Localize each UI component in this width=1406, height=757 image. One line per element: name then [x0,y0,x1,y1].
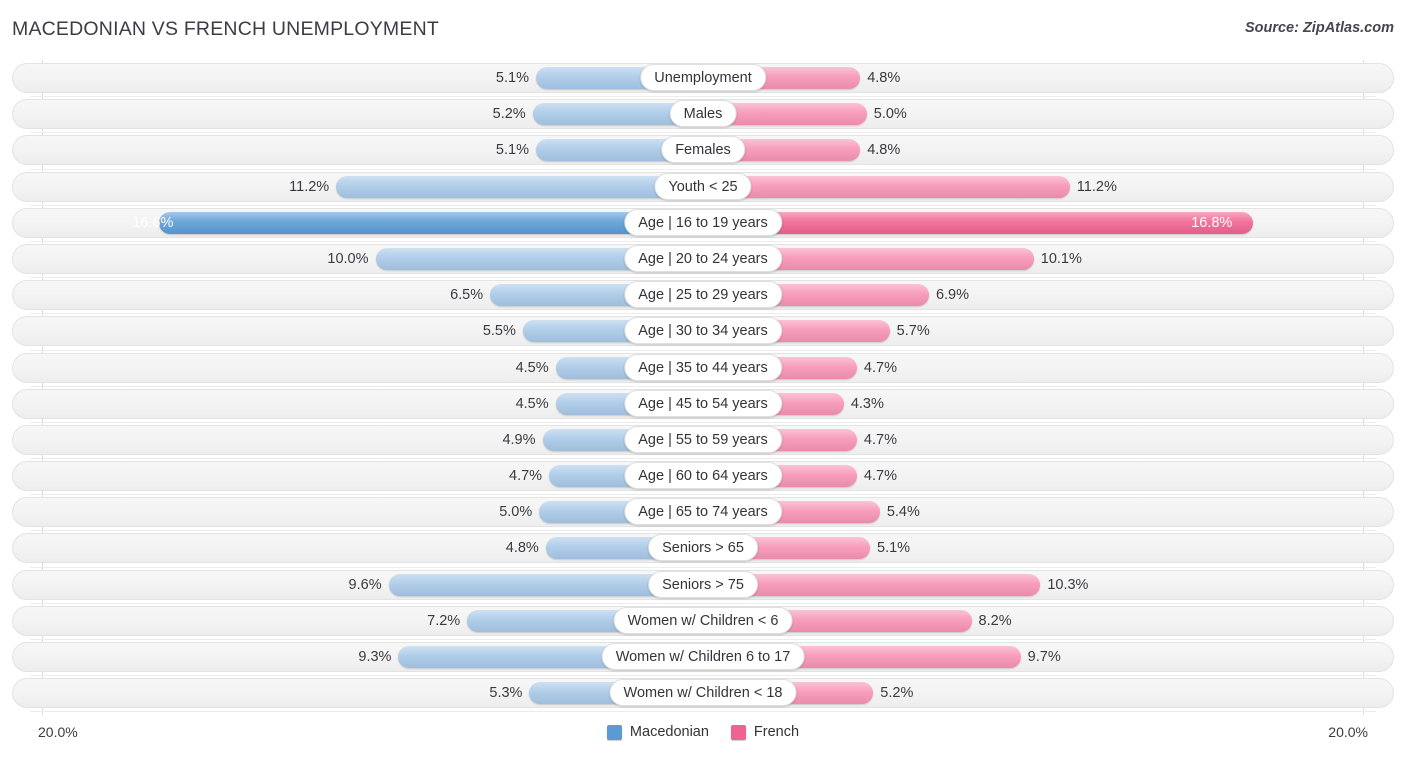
bar-row: 6.5% 6.9% Age | 25 to 29 years [12,277,1394,315]
chart-legend: Macedonian French [12,724,1394,740]
value-label-macedonian: 11.2% [289,178,330,195]
value-label-macedonian: 16.6% [132,214,174,231]
value-label-french: 16.8% [1191,214,1233,231]
bar-macedonian [336,175,703,198]
value-label-french: 5.7% [896,323,930,340]
source-attribution: Source: ZipAtlas.com [1244,20,1394,36]
value-label-macedonian: 4.7% [509,468,543,485]
value-label-french: 10.3% [1047,576,1089,593]
value-label-french: 10.1% [1040,250,1082,267]
bar-french [703,211,1254,234]
category-label-pill: Females [661,136,745,164]
legend-item[interactable]: Macedonian [606,724,709,740]
bar-row: 4.9% 4.7% Age | 55 to 59 years [12,422,1394,460]
value-label-french: 6.9% [935,287,970,304]
bar-row: 5.2% 5.0% Males [12,96,1394,134]
value-label-macedonian: 6.5% [450,287,484,304]
value-label-macedonian: 10.0% [327,250,369,267]
bar-row: 5.5% 5.7% Age | 30 to 34 years [12,313,1394,351]
chart-header: MACEDONIAN VS FRENCH UNEMPLOYMENT Source… [0,0,1406,58]
bar-row: 7.2% 8.2% Women w/ Children < 6 [12,603,1394,640]
bar-row: 9.3% 9.7% Women w/ Children 6 to 17 [12,639,1394,677]
value-label-macedonian: 5.1% [495,70,529,86]
bar-row: 16.6% 16.8% Age | 16 to 19 years [12,205,1394,242]
bar-rows-container: 5.1% 4.8% Unemployment 5.2% 5.0% Males 5.1% 4.8… [12,60,1394,713]
value-label-french: 4.7% [863,431,897,448]
legend-label: Macedonian [629,724,709,740]
category-label-pill: Age | 25 to 29 years [624,281,782,309]
legend-item[interactable]: French [730,724,800,740]
value-label-french: 5.0% [873,106,907,123]
value-label-french: 4.7% [863,359,897,376]
value-label-macedonian: 9.3% [358,649,392,665]
value-label-french: 5.2% [880,685,914,702]
bar-row: 4.5% 4.7% Age | 35 to 44 years [12,350,1394,387]
bar-row: 5.0% 5.4% Age | 65 to 74 years [12,494,1394,532]
category-label-pill: Women w/ Children 6 to 17 [601,643,805,670]
category-label-pill: Women w/ Children < 6 [613,606,793,634]
category-label-pill: Seniors > 75 [648,570,758,598]
legend-swatch-icon [606,724,622,740]
value-label-french: 8.2% [978,612,1012,629]
chart-footer: 20.0% 20.0% Macedonian French [12,716,1394,752]
category-label-pill: Age | 16 to 19 years [624,208,782,236]
value-label-macedonian: 7.2% [427,612,461,629]
category-label-pill: Age | 45 to 54 years [624,389,782,417]
bar-row: 5.1% 4.8% Females [12,132,1394,170]
value-label-macedonian: 4.5% [515,359,549,376]
value-label-french: 5.1% [877,540,911,557]
category-label-pill: Seniors > 65 [648,534,758,562]
row-separator [30,711,1376,713]
category-label-pill: Age | 30 to 34 years [624,317,782,345]
value-label-french: 11.2% [1076,178,1117,195]
value-label-macedonian: 5.3% [489,685,523,702]
category-label-pill: Women w/ Children < 18 [609,679,797,707]
bar-row: 4.8% 5.1% Seniors > 65 [12,530,1394,568]
category-label-pill: Youth < 25 [654,172,752,200]
category-label-pill: Age | 60 to 64 years [624,462,782,490]
legend-swatch-icon [730,724,746,740]
value-label-macedonian: 4.9% [502,431,536,448]
value-label-french: 9.7% [1027,649,1061,665]
bar-french [703,175,1070,198]
category-label-pill: Age | 35 to 44 years [624,353,782,381]
chart-plot-area: 5.1% 4.8% Unemployment 5.2% 5.0% Males 5.1% 4.8… [12,60,1394,715]
bar-row: 9.6% 10.3% Seniors > 75 [12,567,1394,604]
bar-macedonian [159,211,703,234]
value-label-macedonian: 5.2% [492,106,526,123]
legend-label: French [753,724,800,740]
value-label-french: 4.7% [863,468,897,485]
value-label-french: 4.8% [867,142,901,159]
bar-row: 11.2% 11.2% Youth < 25 [12,169,1394,206]
value-label-french: 4.3% [850,395,884,412]
value-label-macedonian: 9.6% [348,576,382,593]
category-label-pill: Males [669,100,737,128]
page-title: MACEDONIAN VS FRENCH UNEMPLOYMENT [12,18,439,40]
category-label-pill: Unemployment [640,64,766,91]
value-label-macedonian: 5.0% [499,504,533,521]
value-label-macedonian: 5.1% [495,142,529,159]
bar-row: 4.7% 4.7% Age | 60 to 64 years [12,458,1394,496]
value-label-french: 4.8% [867,70,901,86]
value-label-macedonian: 4.5% [515,395,549,412]
value-label-macedonian: 5.5% [482,323,516,340]
category-label-pill: Age | 55 to 59 years [624,425,782,453]
bar-row: 10.0% 10.1% Age | 20 to 24 years [12,241,1394,279]
value-label-french: 5.4% [886,504,920,521]
bar-row: 5.1% 4.8% Unemployment [12,60,1394,98]
value-label-macedonian: 4.8% [505,540,539,557]
category-label-pill: Age | 65 to 74 years [624,498,782,526]
bar-row: 5.3% 5.2% Women w/ Children < 18 [12,675,1394,713]
bar-row: 4.5% 4.3% Age | 45 to 54 years [12,386,1394,423]
category-label-pill: Age | 20 to 24 years [624,244,782,272]
